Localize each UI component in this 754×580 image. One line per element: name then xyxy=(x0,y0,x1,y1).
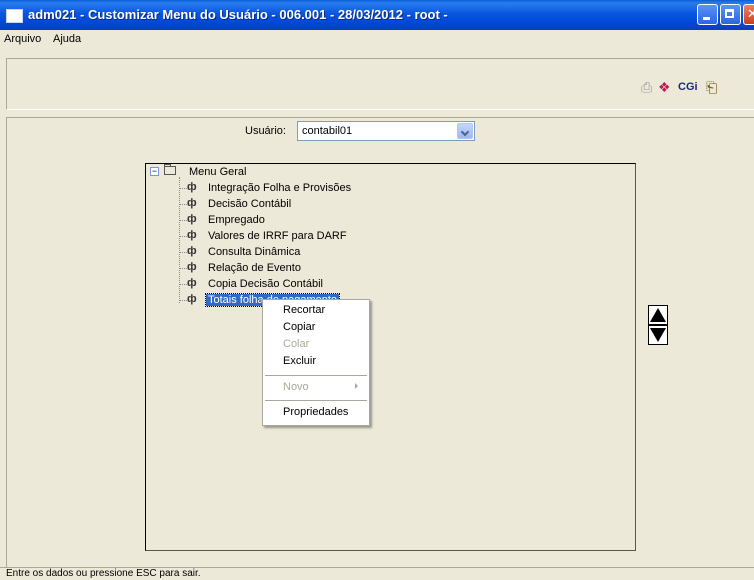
close-button[interactable] xyxy=(743,4,754,25)
program-icon: ф xyxy=(187,229,197,241)
context-item-excluir[interactable]: Excluir xyxy=(283,355,316,367)
move-down-button[interactable] xyxy=(648,325,668,345)
context-item-copiar[interactable]: Copiar xyxy=(283,321,315,333)
app-icon xyxy=(6,9,23,23)
tree-item-label: Relação de Evento xyxy=(208,262,301,274)
context-item-colar: Colar xyxy=(283,338,310,350)
program-icon: ф xyxy=(187,213,197,225)
tree-item-label: Integração Folha e Provisões xyxy=(208,182,352,194)
program-icon: ф xyxy=(187,181,197,193)
tree-branch-line xyxy=(179,204,187,205)
program-icon: ф xyxy=(187,277,197,289)
tree-item-label: Valores de IRRF para DARF xyxy=(208,230,347,242)
collapse-icon[interactable]: − xyxy=(150,167,159,176)
user-select-value: contabil01 xyxy=(302,125,353,137)
minimize-button[interactable] xyxy=(697,4,718,25)
tree-branch-line xyxy=(179,300,187,301)
move-up-button[interactable] xyxy=(648,305,668,325)
printer-icon[interactable]: ⎙ xyxy=(641,79,652,96)
folder-icon xyxy=(164,164,176,175)
title-bar[interactable]: adm021 - Customizar Menu do Usuário - 00… xyxy=(0,0,754,30)
tree-item-label: Copia Decisão Contábil xyxy=(208,278,323,290)
menu-separator xyxy=(265,375,367,376)
tree-item-label: Consulta Dinâmica xyxy=(208,246,301,258)
tree-branch-line xyxy=(179,268,187,269)
cgi-icon[interactable]: CGi xyxy=(678,81,698,93)
exit-icon[interactable]: ⎗ xyxy=(706,79,717,96)
submenu-arrow-icon xyxy=(355,383,358,389)
status-text: Entre os dados ou pressione ESC para sai… xyxy=(6,568,201,579)
program-icon: ф xyxy=(187,197,197,209)
tree-branch-line xyxy=(179,252,187,253)
toolbar-panel: ⎙ ❖ CGi ⎗ xyxy=(6,58,754,110)
program-icon: ф xyxy=(187,245,197,257)
tree-branch-line xyxy=(179,236,187,237)
context-item-recortar[interactable]: Recortar xyxy=(283,304,325,316)
menu-arquivo[interactable]: Arquivo xyxy=(4,33,41,45)
tree-branch-line xyxy=(179,284,187,285)
tree-branch-line xyxy=(179,188,187,189)
menu-bar: Arquivo Ajuda xyxy=(0,30,754,49)
user-select[interactable]: contabil01 xyxy=(297,121,475,141)
tree-branch-line xyxy=(179,220,187,221)
window-title: adm021 - Customizar Menu do Usuário - 00… xyxy=(28,7,448,22)
program-icon: ф xyxy=(187,293,197,305)
chevron-down-icon[interactable] xyxy=(457,123,473,139)
menu-separator xyxy=(265,400,367,401)
user-label: Usuário: xyxy=(245,125,286,137)
context-item-novo: Novo xyxy=(283,381,309,393)
tree-root-label[interactable]: Menu Geral xyxy=(189,166,246,178)
context-menu: Recortar Copiar Colar Excluir Novo Propr… xyxy=(262,299,370,426)
context-item-propriedades[interactable]: Propriedades xyxy=(283,406,348,418)
program-icon: ф xyxy=(187,261,197,273)
menu-ajuda[interactable]: Ajuda xyxy=(53,33,81,45)
book-icon[interactable]: ❖ xyxy=(658,79,671,96)
maximize-button[interactable] xyxy=(720,4,741,25)
tree-item-label: Empregado xyxy=(208,214,265,226)
tree-item-label: Decisão Contábil xyxy=(208,198,292,210)
